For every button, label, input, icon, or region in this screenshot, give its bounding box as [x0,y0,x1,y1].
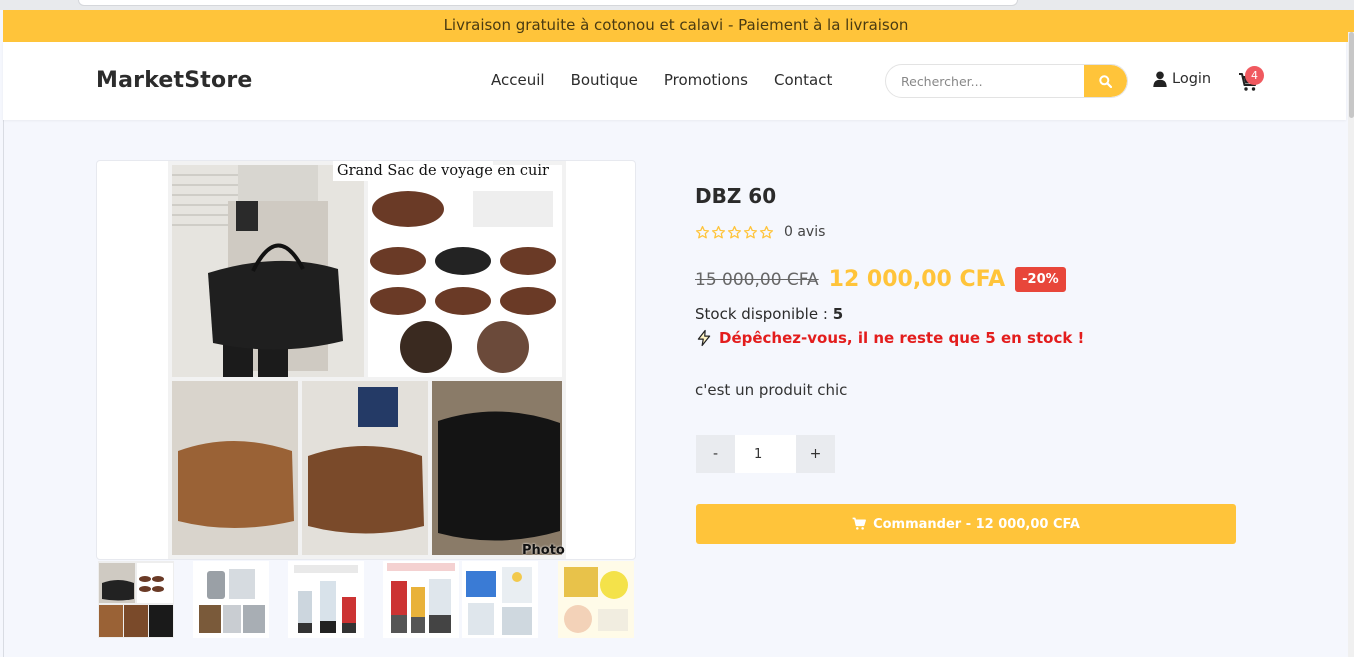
travel-bag-collage-image [168,161,566,559]
site-logo[interactable]: MarketStore [96,68,253,93]
search-bar [885,64,1128,98]
thumbnail-travel-bag[interactable] [98,561,174,638]
cart-icon [852,517,866,530]
product-rating[interactable]: 0 avis [695,224,825,240]
star-outline-icon [695,225,710,238]
star-outline-icon [727,225,742,238]
image-photo-tag: Photo [522,543,565,558]
browser-address-bar[interactable] [78,0,1018,6]
thumbnail-strip [98,561,636,638]
announcement-bar: Livraison gratuite à cotonou et calavi -… [3,10,1349,42]
lightning-icon [697,329,711,347]
cart-count-badge: 4 [1245,66,1264,85]
nav-link-boutique[interactable]: Boutique [571,71,638,89]
low-stock-warning: Dépêchez-vous, il ne reste que 5 en stoc… [695,329,1084,347]
thumbnail-cosmetics[interactable] [558,561,634,638]
search-input[interactable] [886,65,1086,97]
stock-label: Stock disponible : [695,305,828,323]
quantity-decrease-button[interactable]: - [696,435,735,473]
thumbnail-grinder[interactable] [193,561,269,638]
star-outline-icon [743,225,758,238]
nav-link-promotions[interactable]: Promotions [664,71,748,89]
page-scrollbar-thumb[interactable] [1349,32,1354,118]
page-scrollbar-track[interactable] [1348,32,1354,657]
site-header: MarketStore Acceuil Boutique Promotions … [3,42,1346,120]
star-outline-icon [759,225,774,238]
login-link[interactable]: Login [1153,71,1211,87]
nav-link-contact[interactable]: Contact [774,71,832,89]
stock-info: Stock disponible : 5 [695,305,843,323]
star-outline-icon [711,225,726,238]
search-icon [1099,74,1112,88]
thumbnail-blender-black[interactable] [288,561,364,638]
thumbnail-blender-white[interactable] [462,561,538,638]
quantity-stepper: - + [696,435,835,473]
image-caption: Grand Sac de voyage en cuir [333,161,549,181]
current-price: 12 000,00 CFA [828,267,1006,292]
main-nav: Acceuil Boutique Promotions Contact [491,71,832,89]
announcement-text: Livraison gratuite à cotonou et calavi -… [443,16,909,34]
quantity-input[interactable] [735,435,796,473]
user-icon [1153,71,1167,87]
rating-stars [695,225,774,240]
search-button[interactable] [1084,65,1127,97]
announcement-bar-edge [1344,10,1354,32]
quantity-increase-button[interactable]: + [796,435,835,473]
login-label: Login [1172,71,1212,87]
product-description: c'est un produit chic [695,381,848,399]
order-button-label: Commander - 12 000,00 CFA [873,516,1080,532]
product-title: DBZ 60 [695,184,777,208]
discount-badge: -20% [1015,267,1066,292]
stock-value: 5 [832,305,844,323]
price-row: 15 000,00 CFA 12 000,00 CFA -20% [695,267,1066,292]
order-button[interactable]: Commander - 12 000,00 CFA [696,504,1236,544]
nav-link-acceuil[interactable]: Acceuil [491,71,545,89]
product-main-image[interactable]: Grand Sac de voyage en cuir Photo [96,160,636,560]
low-stock-message: Dépêchez-vous, il ne reste que 5 en stoc… [719,329,1085,347]
review-count: 0 avis [784,224,826,240]
old-price: 15 000,00 CFA [695,269,819,290]
thumbnail-blender-set[interactable] [383,561,459,638]
